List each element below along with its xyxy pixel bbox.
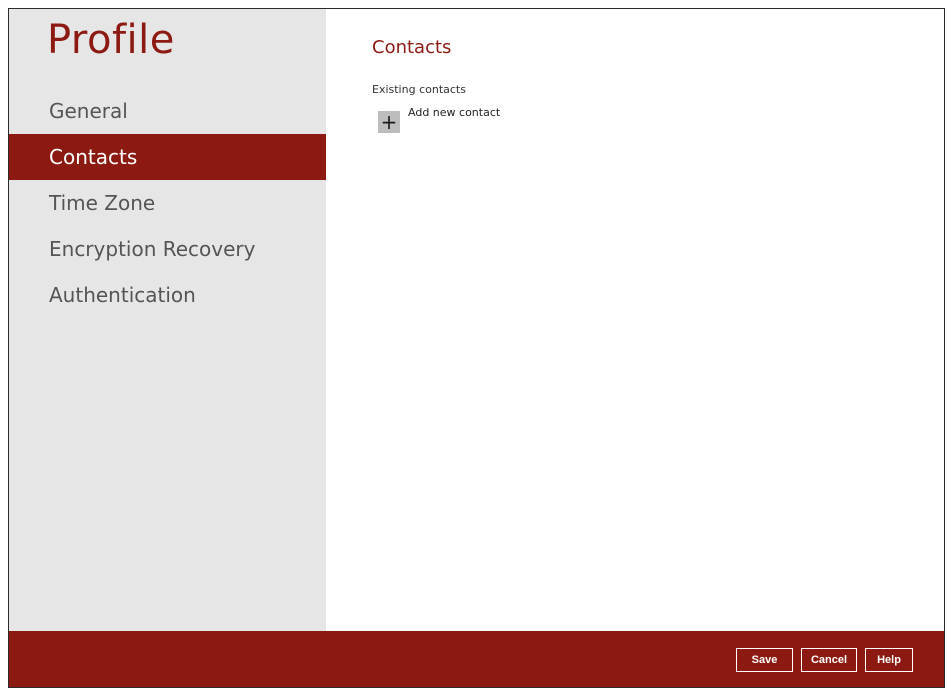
sidebar-item-encryption-recovery[interactable]: Encryption Recovery <box>9 226 326 272</box>
footer-bar: Save Cancel Help <box>9 631 944 687</box>
help-button[interactable]: Help <box>865 648 913 672</box>
save-button[interactable]: Save <box>736 648 793 672</box>
sidebar-item-contacts[interactable]: Contacts <box>9 134 326 180</box>
sidebar-item-general[interactable]: General <box>9 88 326 134</box>
sidebar: Profile General Contacts Time Zone Encry… <box>9 9 326 631</box>
sidebar-title: Profile <box>47 17 175 63</box>
add-new-contact-button[interactable]: + Add new contact <box>378 106 500 133</box>
add-new-contact-label[interactable]: Add new contact <box>408 106 500 119</box>
sidebar-nav: General Contacts Time Zone Encryption Re… <box>9 88 326 318</box>
plus-icon[interactable]: + <box>378 111 400 133</box>
cancel-button[interactable]: Cancel <box>801 648 857 672</box>
profile-window: Profile General Contacts Time Zone Encry… <box>8 8 945 688</box>
sidebar-item-time-zone[interactable]: Time Zone <box>9 180 326 226</box>
main-content: Contacts Existing contacts + Add new con… <box>326 9 944 631</box>
page-title: Contacts <box>372 37 452 58</box>
existing-contacts-label: Existing contacts <box>372 83 466 96</box>
sidebar-item-authentication[interactable]: Authentication <box>9 272 326 318</box>
